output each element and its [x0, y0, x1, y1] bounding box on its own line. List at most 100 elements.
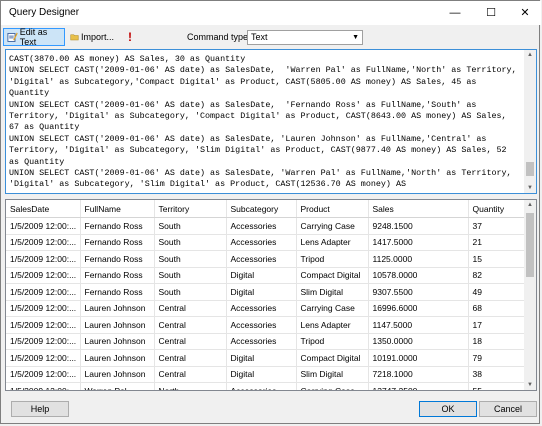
table-cell: 17 — [468, 316, 525, 334]
scroll-down-icon[interactable]: ▼ — [524, 380, 536, 390]
column-header[interactable]: Subcategory — [226, 200, 297, 218]
command-type-value: Text — [251, 32, 268, 42]
table-cell: Fernando Ross — [80, 283, 155, 301]
table-cell: Accessories — [226, 316, 297, 334]
table-cell: 1147.5000 — [368, 316, 469, 334]
table-cell: Accessories — [226, 234, 297, 251]
table-cell: 1/5/2009 12:00:... — [6, 316, 81, 334]
table-cell: Central — [154, 300, 227, 317]
editor-scroll-thumb[interactable] — [526, 162, 534, 176]
table-cell: Tripod — [296, 250, 369, 268]
table-cell: Lauren Johnson — [80, 300, 155, 317]
table-cell: 1/5/2009 12:00:... — [6, 267, 81, 284]
column-header[interactable]: Quantity — [468, 200, 525, 218]
table-cell: 1/5/2009 12:00:... — [6, 366, 81, 383]
table-cell: Slim Digital — [296, 366, 369, 383]
table-row[interactable]: 1/5/2009 12:00:... Lauren Johnson Central A… — [6, 316, 525, 334]
query-text-editor[interactable]: CAST(3870.00 AS money) AS Sales, 30 as Q… — [5, 49, 537, 194]
table-row[interactable]: 1/5/2009 12:00:... Fernando Ross South Acce… — [6, 250, 525, 268]
table-cell: 13747.2500 — [368, 382, 469, 390]
scroll-down-icon[interactable]: ▼ — [524, 183, 536, 193]
command-type-select[interactable]: Text ▼ — [247, 30, 363, 45]
scroll-up-icon[interactable]: ▲ — [524, 200, 536, 210]
table-cell: South — [154, 234, 227, 251]
run-query-icon[interactable]: ! — [125, 28, 139, 46]
title-bar: Query Designer — ☐ ✕ — [1, 1, 541, 25]
table-cell: 68 — [468, 300, 525, 317]
table-cell: 16996.6000 — [368, 300, 469, 317]
table-cell: 10191.0000 — [368, 349, 469, 367]
table-cell: 1350.0000 — [368, 333, 469, 350]
import-button[interactable]: Import... — [67, 28, 117, 46]
edit-as-text-button[interactable]: Edit as Text — [3, 27, 65, 47]
table-cell: Central — [154, 349, 227, 367]
scroll-up-icon[interactable]: ▲ — [524, 50, 536, 60]
column-header[interactable]: FullName — [80, 200, 155, 218]
table-cell: 21 — [468, 234, 525, 251]
table-cell: 1/5/2009 12:00:... — [6, 234, 81, 251]
table-cell: 15 — [468, 250, 525, 268]
table-cell: Lauren Johnson — [80, 366, 155, 383]
cancel-button[interactable]: Cancel — [479, 401, 537, 417]
table-cell: South — [154, 217, 227, 235]
table-cell: Digital — [226, 366, 297, 383]
table-row[interactable]: 1/5/2009 12:00:... Warren Pal North Accesso… — [6, 382, 525, 390]
table-cell: Tripod — [296, 333, 369, 350]
table-cell: Lauren Johnson — [80, 316, 155, 334]
help-button[interactable]: Help — [11, 401, 69, 417]
table-cell: Lauren Johnson — [80, 349, 155, 367]
table-row[interactable]: 1/5/2009 12:00:... Lauren Johnson Central A… — [6, 300, 525, 317]
table-cell: Accessories — [226, 333, 297, 350]
table-row[interactable]: 1/5/2009 12:00:... Fernando Ross South Digi… — [6, 267, 525, 284]
table-row[interactable]: 1/5/2009 12:00:... Lauren Johnson Central A… — [6, 333, 525, 350]
table-cell: 37 — [468, 217, 525, 235]
table-cell: 1/5/2009 12:00:... — [6, 300, 81, 317]
maximize-icon[interactable]: ☐ — [479, 4, 503, 22]
command-type-label: Command type: — [187, 32, 251, 42]
results-scrollbar[interactable]: ▲ ▼ — [524, 200, 536, 390]
query-text[interactable]: CAST(3870.00 AS money) AS Sales, 30 as Q… — [9, 54, 519, 191]
query-designer-window: Query Designer — ☐ ✕ Edit as Text Import… — [0, 0, 541, 424]
table-row[interactable]: 1/5/2009 12:00:... Fernando Ross South Acce… — [6, 234, 525, 251]
table-cell: Fernando Ross — [80, 267, 155, 284]
editor-scrollbar[interactable]: ▲ ▼ — [524, 50, 536, 193]
column-header[interactable]: Product — [296, 200, 369, 218]
ok-button[interactable]: OK — [419, 401, 477, 417]
results-scroll-thumb[interactable] — [526, 213, 534, 277]
table-cell: 1/5/2009 12:00:... — [6, 217, 81, 235]
table-row[interactable]: 1/5/2009 12:00:... Fernando Ross South Digi… — [6, 283, 525, 301]
chevron-down-icon: ▼ — [352, 34, 359, 41]
table-cell: Lens Adapter — [296, 234, 369, 251]
table-row[interactable]: 1/5/2009 12:00:... Fernando Ross South Acce… — [6, 217, 525, 235]
window-title: Query Designer — [9, 7, 80, 18]
table-cell: 55 — [468, 382, 525, 390]
table-row[interactable]: 1/5/2009 12:00:... Lauren Johnson Central D… — [6, 366, 525, 383]
column-header[interactable]: Territory — [154, 200, 227, 218]
results-header-row: SalesDate FullName Territory Subcategory Pro… — [6, 200, 525, 218]
table-cell: Accessories — [226, 300, 297, 317]
table-cell: Slim Digital — [296, 283, 369, 301]
table-cell: Carrying Case — [296, 217, 369, 235]
table-cell: 10578.0000 — [368, 267, 469, 284]
table-cell: Fernando Ross — [80, 234, 155, 251]
table-cell: Central — [154, 333, 227, 350]
table-cell: 18 — [468, 333, 525, 350]
table-cell: South — [154, 250, 227, 268]
minimize-icon[interactable]: — — [443, 4, 467, 22]
table-cell: Fernando Ross — [80, 250, 155, 268]
folder-icon — [70, 34, 79, 41]
table-cell: Accessories — [226, 382, 297, 390]
table-cell: 82 — [468, 267, 525, 284]
results-table: SalesDate FullName Territory Subcategory Pro… — [6, 200, 525, 390]
table-cell: Lens Adapter — [296, 316, 369, 334]
table-cell: 1417.5000 — [368, 234, 469, 251]
import-label: Import... — [80, 32, 114, 42]
table-cell: 1/5/2009 12:00:... — [6, 333, 81, 350]
table-cell: 1125.0000 — [368, 250, 469, 268]
table-cell: Accessories — [226, 250, 297, 268]
results-grid: SalesDate FullName Territory Subcategory Pro… — [5, 199, 537, 391]
column-header[interactable]: Sales — [368, 200, 469, 218]
table-row[interactable]: 1/5/2009 12:00:... Lauren Johnson Central D… — [6, 349, 525, 367]
column-header[interactable]: SalesDate — [6, 200, 81, 218]
close-icon[interactable]: ✕ — [513, 4, 537, 22]
